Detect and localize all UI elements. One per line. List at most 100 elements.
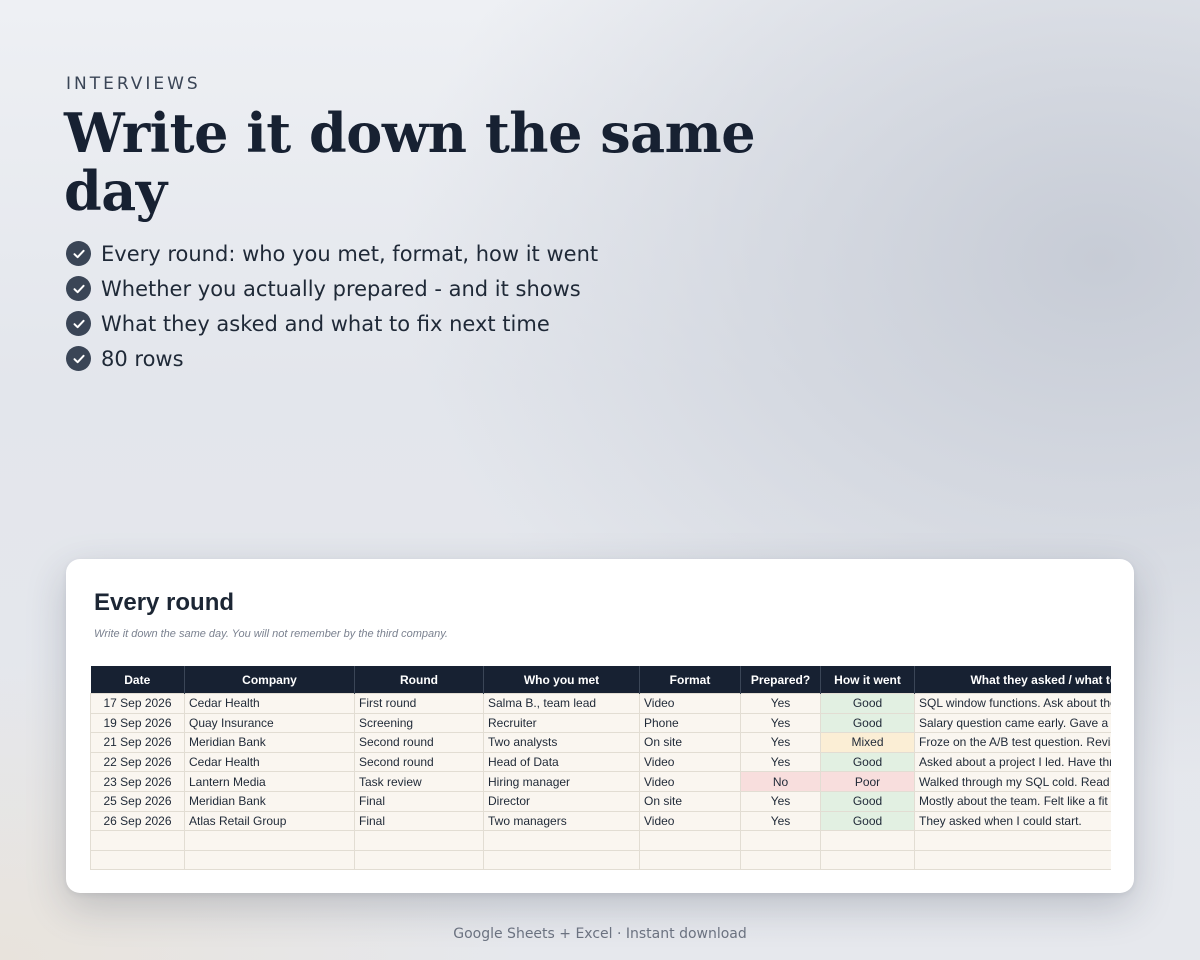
empty-cell[interactable] [483, 849, 640, 871]
feature-item: Whether you actually prepared - and it s… [66, 271, 598, 306]
empty-cell[interactable] [914, 830, 1111, 851]
cell-notes[interactable]: Walked through my SQL cold. Read y [914, 771, 1111, 792]
cell-round[interactable]: Second round [354, 751, 484, 773]
cell-prepared[interactable]: No [740, 771, 821, 792]
empty-cell[interactable] [184, 849, 355, 871]
empty-cell[interactable] [639, 830, 741, 851]
cell-company[interactable]: Atlas Retail Group [184, 810, 355, 832]
cell-how-it-went[interactable]: Good [820, 751, 915, 773]
cell-how-it-went[interactable]: Good [820, 810, 915, 832]
table-row[interactable]: 26 Sep 2026 Atlas Retail Group Final Two ma… [90, 810, 1111, 832]
column-header-format[interactable]: Format [639, 666, 741, 694]
cell-notes[interactable]: Froze on the A/B test question. Revis [914, 732, 1111, 753]
empty-cell[interactable] [354, 830, 484, 851]
cell-date[interactable]: 26 Sep 2026 [90, 810, 185, 832]
feature-list: Every round: who you met, format, how it… [66, 236, 598, 376]
feature-text: What they asked and what to fix next tim… [101, 311, 550, 336]
cell-round[interactable]: Second round [354, 732, 484, 753]
cell-company[interactable]: Lantern Media [184, 771, 355, 792]
interview-table: Date Company Round Who you met Format Prepare… [90, 666, 1111, 871]
column-header-prepared[interactable]: Prepared? [740, 666, 821, 694]
cell-notes[interactable]: Salary question came early. Gave a ra [914, 712, 1111, 734]
empty-cell[interactable] [740, 849, 821, 871]
cell-who-you-met[interactable]: Hiring manager [483, 771, 640, 792]
cell-date[interactable]: 22 Sep 2026 [90, 751, 185, 773]
empty-cell[interactable] [483, 830, 640, 851]
table-row[interactable]: 19 Sep 2026 Quay Insurance Screening Recrui… [90, 712, 1111, 734]
footer-note: Google Sheets + Excel · Instant download [453, 926, 747, 942]
cell-notes[interactable]: They asked when I could start. [914, 810, 1111, 832]
empty-row[interactable] [90, 849, 1111, 871]
cell-company[interactable]: Meridian Bank [184, 732, 355, 753]
empty-cell[interactable] [820, 830, 915, 851]
cell-how-it-went[interactable]: Mixed [820, 732, 915, 753]
column-header-notes[interactable]: What they asked / what to fix [914, 666, 1111, 694]
empty-cell[interactable] [914, 849, 1111, 871]
cell-prepared[interactable]: Yes [740, 790, 821, 812]
column-header-who[interactable]: Who you met [483, 666, 640, 694]
table-row[interactable]: 23 Sep 2026 Lantern Media Task review Hirin… [90, 771, 1111, 792]
empty-cell[interactable] [90, 830, 185, 851]
empty-cell[interactable] [184, 830, 355, 851]
empty-cell[interactable] [740, 830, 821, 851]
check-circle-icon [66, 241, 91, 266]
cell-date[interactable]: 19 Sep 2026 [90, 712, 185, 734]
column-header-outcome[interactable]: How it went [820, 666, 915, 694]
cell-how-it-went[interactable]: Poor [820, 771, 915, 792]
cell-date[interactable]: 25 Sep 2026 [90, 790, 185, 812]
cell-prepared[interactable]: Yes [740, 751, 821, 773]
feature-item: Every round: who you met, format, how it… [66, 236, 598, 271]
cell-format[interactable]: Phone [639, 712, 741, 734]
cell-round[interactable]: First round [354, 693, 484, 714]
empty-cell[interactable] [820, 849, 915, 871]
table-row[interactable]: 25 Sep 2026 Meridian Bank Final Director On … [90, 790, 1111, 812]
cell-round[interactable]: Screening [354, 712, 484, 734]
table-row[interactable]: 17 Sep 2026 Cedar Health First round Salma … [90, 693, 1111, 714]
cell-notes[interactable]: Mostly about the team. Felt like a fit [914, 790, 1111, 812]
empty-row[interactable] [90, 830, 1111, 851]
cell-company[interactable]: Meridian Bank [184, 790, 355, 812]
cell-prepared[interactable]: Yes [740, 732, 821, 753]
cell-who-you-met[interactable]: Head of Data [483, 751, 640, 773]
column-header-date[interactable]: Date [90, 666, 185, 694]
cell-format[interactable]: Video [639, 693, 741, 714]
cell-who-you-met[interactable]: Recruiter [483, 712, 640, 734]
cell-notes[interactable]: Asked about a project I led. Have thr [914, 751, 1111, 773]
cell-company[interactable]: Cedar Health [184, 693, 355, 714]
cell-round[interactable]: Final [354, 810, 484, 832]
cell-date[interactable]: 21 Sep 2026 [90, 732, 185, 753]
cell-prepared[interactable]: Yes [740, 693, 821, 714]
cell-how-it-went[interactable]: Good [820, 712, 915, 734]
cell-prepared[interactable]: Yes [740, 712, 821, 734]
cell-prepared[interactable]: Yes [740, 810, 821, 832]
cell-round[interactable]: Task review [354, 771, 484, 792]
empty-cell[interactable] [354, 849, 484, 871]
feature-text: Every round: who you met, format, how it… [101, 241, 599, 266]
table-row[interactable]: 22 Sep 2026 Cedar Health Second round Head … [90, 751, 1111, 773]
table-row[interactable]: 21 Sep 2026 Meridian Bank Second round Two … [90, 732, 1111, 753]
cell-date[interactable]: 23 Sep 2026 [90, 771, 185, 792]
cell-who-you-met[interactable]: Salma B., team lead [483, 693, 640, 714]
cell-how-it-went[interactable]: Good [820, 790, 915, 812]
cell-round[interactable]: Final [354, 790, 484, 812]
cell-format[interactable]: On site [639, 790, 741, 812]
column-header-round[interactable]: Round [354, 666, 484, 694]
cell-notes[interactable]: SQL window functions. Ask about the [914, 693, 1111, 714]
cell-company[interactable]: Cedar Health [184, 751, 355, 773]
cell-date[interactable]: 17 Sep 2026 [90, 693, 185, 714]
cell-who-you-met[interactable]: Two analysts [483, 732, 640, 753]
empty-cell[interactable] [90, 849, 185, 871]
empty-cell[interactable] [639, 849, 741, 871]
cell-who-you-met[interactable]: Director [483, 790, 640, 812]
cell-who-you-met[interactable]: Two managers [483, 810, 640, 832]
spreadsheet-preview-card: Every round Write it down the same day. … [66, 559, 1134, 893]
cell-format[interactable]: Video [639, 751, 741, 773]
cell-how-it-went[interactable]: Good [820, 693, 915, 714]
check-circle-icon [66, 276, 91, 301]
cell-company[interactable]: Quay Insurance [184, 712, 355, 734]
cell-format[interactable]: On site [639, 732, 741, 753]
column-header-company[interactable]: Company [184, 666, 355, 694]
cell-format[interactable]: Video [639, 810, 741, 832]
cell-format[interactable]: Video [639, 771, 741, 792]
sheet-title: Every round [94, 589, 235, 616]
